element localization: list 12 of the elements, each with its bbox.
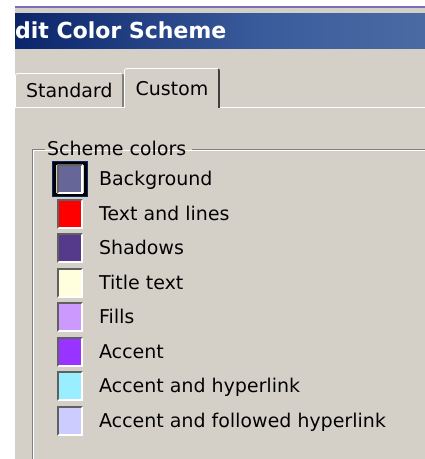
color-label: Background	[99, 168, 212, 190]
color-label: Accent and followed hyperlink	[99, 410, 386, 432]
tab[interactable]: Standard	[15, 73, 124, 107]
color-label: Text and lines	[99, 202, 230, 225]
color-label: Accent	[99, 340, 164, 363]
color-label: Fills	[99, 306, 134, 328]
group-title: Scheme colors	[46, 138, 188, 160]
color-label: Shadows	[99, 237, 184, 260]
window-title: dit Color Scheme	[15, 13, 425, 49]
tab[interactable]: Custom	[124, 68, 220, 108]
color-label: Title text	[99, 272, 184, 294]
color-label: Accent and hyperlink	[99, 375, 300, 398]
